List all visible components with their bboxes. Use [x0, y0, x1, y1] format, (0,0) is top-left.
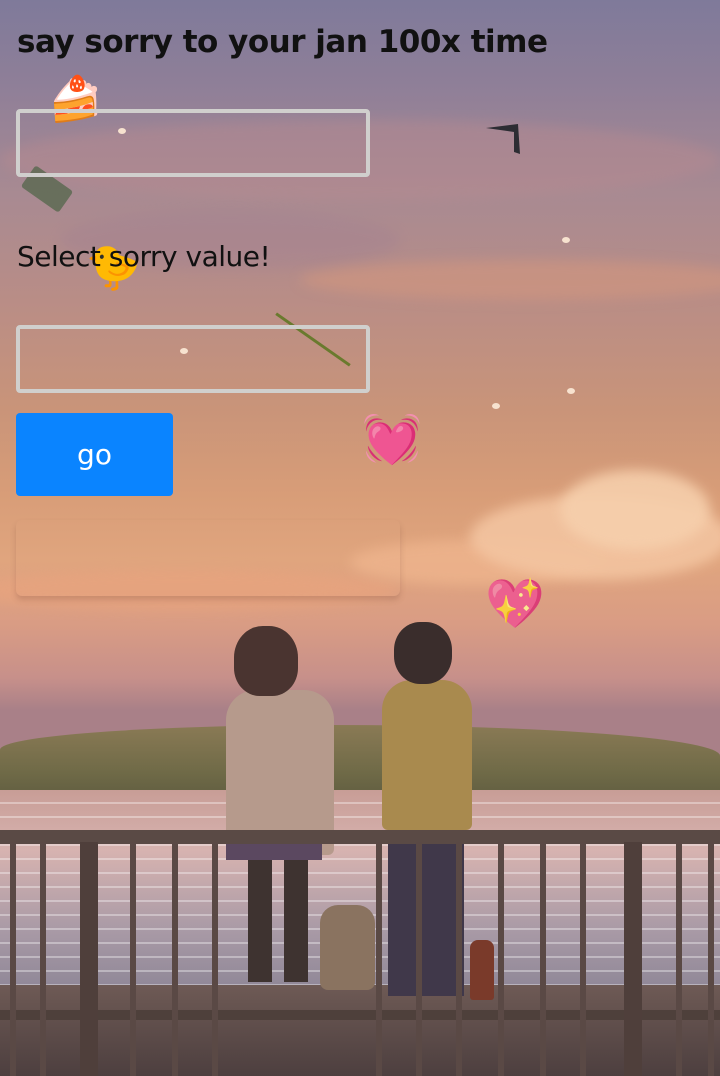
go-button[interactable]: go — [16, 413, 173, 496]
output-box — [16, 520, 400, 596]
name-input[interactable] — [16, 109, 370, 177]
sorry-count-input[interactable] — [16, 325, 370, 393]
select-sorry-label: Select sorry value! — [17, 240, 271, 273]
form-container: say sorry to your jan 100x time Select s… — [0, 0, 720, 1076]
page-title: say sorry to your jan 100x time — [17, 24, 548, 60]
